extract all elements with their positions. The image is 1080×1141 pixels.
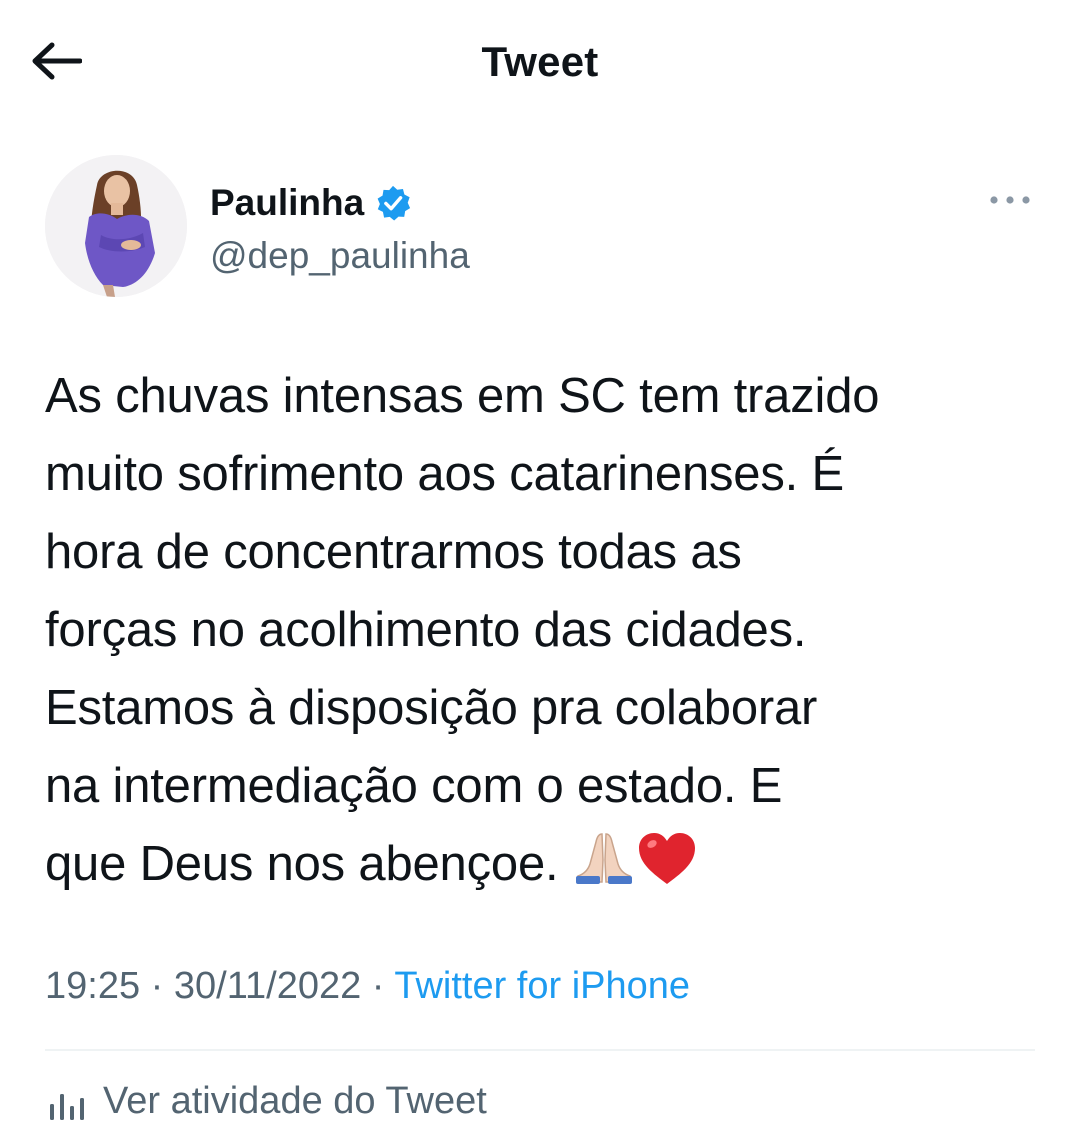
analytics-bars-icon (50, 1093, 84, 1120)
tweet-line: Estamos à disposição pra colaborar (45, 681, 818, 735)
tweet-source-link[interactable]: Twitter for iPhone (394, 965, 690, 1007)
top-bar: Tweet (0, 0, 1080, 120)
red-heart-icon (636, 830, 698, 909)
view-activity-button[interactable]: Ver atividade do Tweet (45, 1080, 487, 1123)
tweet-line: muito sofrimento aos catarinenses. É (45, 447, 844, 501)
page-title: Tweet (481, 38, 599, 85)
more-dots-icon (990, 196, 1030, 204)
tweet-author: Paulinha @dep_paulinha (45, 155, 1035, 300)
tweet-line: que Deus nos abençoe. (45, 837, 559, 891)
profile-photo-icon (45, 155, 187, 297)
view-activity-label: Ver atividade do Tweet (103, 1080, 487, 1122)
tweet-date: 30/11/2022 (173, 965, 362, 1007)
divider (45, 1049, 1035, 1051)
meta-separator: · (361, 965, 395, 1007)
author-name-row[interactable]: Paulinha (210, 182, 412, 224)
tweet-line: na intermediação com o estado. E (45, 759, 783, 813)
user-handle[interactable]: @dep_paulinha (210, 235, 470, 277)
tweet-time: 19:25 (45, 965, 141, 1007)
tweet-line: forças no acolhimento das cidades. (45, 603, 807, 657)
tweet-metadata: 19:25 · 30/11/2022 · Twitter for iPhone (45, 965, 690, 1008)
tweet-text: As chuvas intensas em SC tem trazido muit… (45, 357, 1045, 909)
more-options-button[interactable] (985, 185, 1035, 215)
tweet-line: hora de concentrarmos todas as (45, 525, 742, 579)
tweet-last-line: que Deus nos abençoe. (45, 825, 1045, 909)
verified-badge-icon (377, 185, 411, 221)
display-name: Paulinha (210, 182, 365, 223)
meta-separator: · (140, 965, 174, 1007)
avatar[interactable] (45, 155, 187, 297)
praying-hands-icon (572, 830, 636, 909)
tweet-line: As chuvas intensas em SC tem trazido (45, 369, 880, 423)
